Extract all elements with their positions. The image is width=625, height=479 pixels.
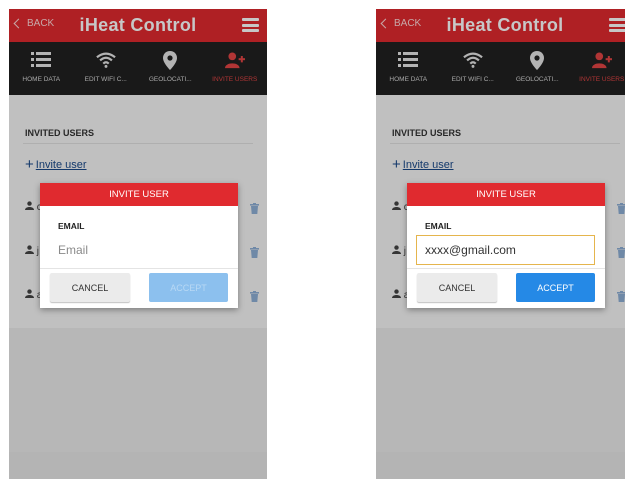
accept-button[interactable]: ACCEPT — [149, 273, 228, 302]
divider — [407, 268, 605, 269]
cancel-button[interactable]: CANCEL — [50, 273, 130, 302]
invite-user-dialog: INVITE USER EMAIL CANCEL ACCEPT — [40, 183, 238, 308]
invite-user-dialog: INVITE USER EMAIL CANCEL ACCEPT — [407, 183, 605, 308]
dialog-title: INVITE USER — [40, 183, 238, 206]
cancel-button[interactable]: CANCEL — [417, 273, 497, 302]
app-screen-filled-email: BACK iHeat Control HOME DATA EDIT WIFI C… — [376, 9, 625, 479]
app-screen-empty-email: BACK iHeat Control HOME DATA EDIT WIFI C… — [9, 9, 267, 479]
email-field[interactable] — [49, 235, 228, 265]
email-label: EMAIL — [425, 221, 452, 231]
divider — [40, 268, 238, 269]
email-field[interactable] — [416, 235, 595, 265]
dialog-title: INVITE USER — [407, 183, 605, 206]
email-label: EMAIL — [58, 221, 85, 231]
accept-button[interactable]: ACCEPT — [516, 273, 595, 302]
